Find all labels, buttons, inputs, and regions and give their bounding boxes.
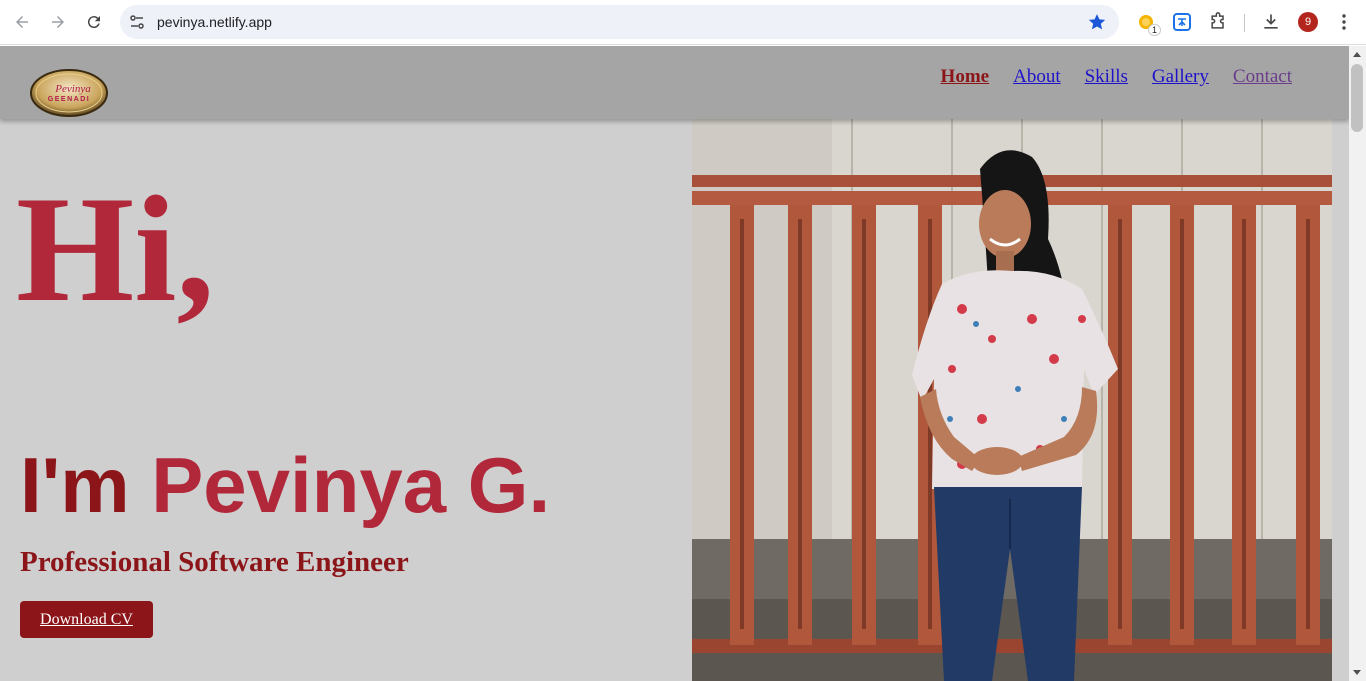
back-arrow-icon [16, 16, 28, 28]
scroll-down-arrow-icon[interactable] [1353, 670, 1361, 675]
site-info-icon[interactable] [127, 12, 147, 32]
scroll-up-arrow-icon[interactable] [1353, 52, 1361, 57]
nav-link-home[interactable]: Home [941, 66, 990, 88]
hero-intro: I'm Pevinya G. [20, 446, 550, 524]
bookmark-star-icon[interactable] [1087, 12, 1107, 32]
nav-link-contact[interactable]: Contact [1233, 66, 1292, 88]
site-logo[interactable]: Pevinya GEENADI [29, 68, 109, 118]
nav-link-about[interactable]: About [1013, 66, 1061, 88]
extension-translate-icon[interactable] [1171, 11, 1193, 33]
nav-link-skills[interactable]: Skills [1085, 66, 1128, 88]
profile-photo [692, 119, 1332, 681]
menu-kebab-icon[interactable] [1333, 11, 1355, 33]
svg-text:Pevinya: Pevinya [54, 83, 91, 95]
url-text[interactable]: pevinya.netlify.app [157, 14, 272, 30]
forward-arrow-icon [52, 16, 64, 28]
download-cv-button[interactable]: Download CV [20, 601, 153, 638]
extensions-puzzle-icon[interactable] [1207, 11, 1229, 33]
page-scrollbar[interactable] [1349, 46, 1366, 681]
downloads-icon[interactable] [1260, 11, 1282, 33]
extension-badge: 1 [1147, 24, 1161, 36]
reload-button[interactable] [81, 9, 107, 35]
address-bar[interactable]: pevinya.netlify.app [120, 5, 1119, 39]
toolbar-divider [1244, 14, 1245, 32]
profile-avatar[interactable]: 9 [1298, 12, 1318, 32]
site-header: Pevinya GEENADI Home About Skills Galler… [0, 46, 1349, 119]
scroll-thumb[interactable] [1351, 64, 1363, 132]
extension-coin-icon[interactable]: 1 [1136, 11, 1161, 36]
hero-section: Hi, I'm Pevinya G. Professional Software… [0, 119, 692, 681]
main-nav: Home About Skills Gallery Contact [941, 66, 1292, 88]
hero-greeting: Hi, [16, 165, 215, 333]
back-button[interactable] [9, 9, 35, 35]
forward-button[interactable] [45, 9, 71, 35]
page-viewport: Pevinya GEENADI Home About Skills Galler… [0, 46, 1349, 681]
hero-intro-lead: I'm [20, 441, 152, 529]
browser-toolbar: pevinya.netlify.app 1 9 [0, 0, 1366, 45]
nav-link-gallery[interactable]: Gallery [1152, 66, 1209, 88]
hero-role: Professional Software Engineer [20, 546, 409, 578]
hero-name: Pevinya G. [151, 441, 551, 529]
svg-text:GEENADI: GEENADI [48, 96, 90, 103]
reload-icon [87, 16, 100, 29]
